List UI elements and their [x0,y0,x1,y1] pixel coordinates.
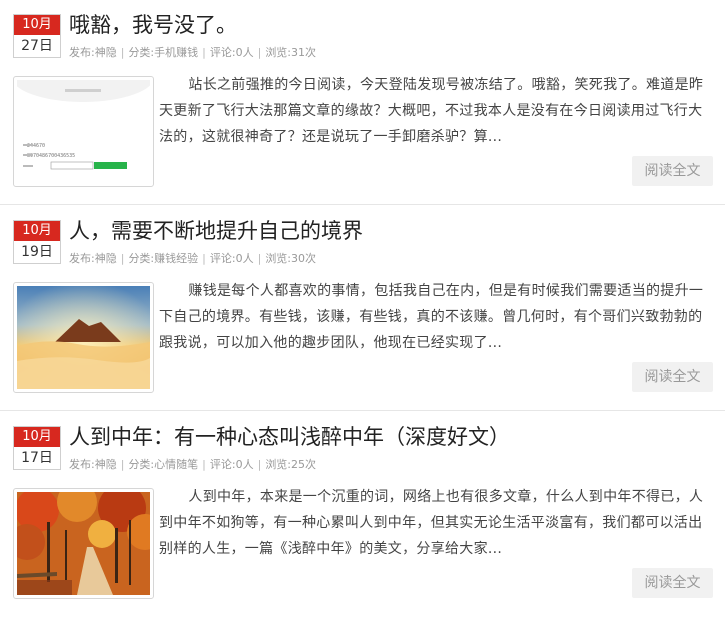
comments-label: 评论: [209,458,236,471]
comments-label: 评论: [209,46,236,59]
svg-text:8970486700436535: 8970486700436535 [27,153,75,159]
article-meta: 发布:神隐 | 分类:手机赚钱 | 评论:0人 | 浏览:31次 [69,46,317,59]
article-thumbnail[interactable]: 244670 8970486700436535 [13,76,154,187]
read-more-button[interactable]: 阅读全文 [632,156,713,186]
article-meta: 发布:神隐 | 分类:心情随笔 | 评论:0人 | 浏览:25次 [69,458,317,471]
category-label: 分类: [128,458,155,471]
category-label: 分类: [128,252,155,265]
date-month: 10月 [14,15,60,35]
article-list: 10月 27日 哦豁，我号没了。 发布:神隐 | 分类:手机赚钱 | 评论:0人 | 浏览:… [0,0,725,615]
date-day: 27日 [21,38,53,54]
read-more-button[interactable]: 阅读全文 [632,362,713,392]
author-label: 发布: [69,458,95,471]
views-label: 浏览: [265,252,292,265]
views-count: 30次 [291,252,317,265]
autumn-forest-path-image [17,492,150,595]
article-meta: 发布:神隐 | 分类:赚钱经验 | 评论:0人 | 浏览:30次 [69,252,317,265]
date-badge: 10月 17日 [13,426,61,470]
comments-count: 0人 [235,458,254,471]
article-item: 10月 17日 人到中年：有一种心态叫浅醉中年（深度好文） 发布:神隐 | 分类:心… [0,412,725,617]
article-thumbnail[interactable] [13,488,154,599]
article-excerpt: 人到中年，本来是一个沉重的词，网络上也有很多文章，什么人到中年不得已，人到中年不… [159,489,704,557]
article-item: 10月 27日 哦豁，我号没了。 发布:神隐 | 分类:手机赚钱 | 评论:0人 | 浏览:… [0,0,725,205]
author-link[interactable]: 神隐 [95,46,117,59]
article-item: 10月 19日 人，需要不断地提升自己的境界 发布:神隐 | 分类:赚钱经验 | 评论:… [0,206,725,411]
article-excerpt: 赚钱是每个人都喜欢的事情，包括我自己在内，但是有时候我们需要适当的提升一下自己的… [159,283,704,351]
article-thumbnail[interactable] [13,282,154,393]
date-month: 10月 [14,221,60,241]
author-label: 发布: [69,252,95,265]
author-link[interactable]: 神隐 [95,458,117,471]
article-title[interactable]: 人到中年：有一种心态叫浅醉中年（深度好文） [69,422,510,452]
date-badge: 10月 27日 [13,14,61,58]
comments-label: 评论: [209,252,236,265]
author-label: 发布: [69,46,95,59]
views-count: 31次 [291,46,317,59]
views-label: 浏览: [265,458,292,471]
views-label: 浏览: [265,46,292,59]
comments-count: 0人 [235,252,254,265]
date-day: 19日 [21,244,53,260]
category-link[interactable]: 手机赚钱 [154,46,198,59]
views-count: 25次 [291,458,317,471]
read-more-button[interactable]: 阅读全文 [632,568,713,598]
category-link[interactable]: 心情随笔 [154,458,198,471]
app-screenshot-image: 244670 8970486700436535 [17,80,150,183]
comments-count: 0人 [235,46,254,59]
author-link[interactable]: 神隐 [95,252,117,265]
mountain-sunset-image [17,286,150,389]
category-link[interactable]: 赚钱经验 [154,252,198,265]
article-excerpt: 站长之前强推的今日阅读，今天登陆发现号被冻结了。哦豁，笑死我了。难道是昨天更新了… [159,77,704,145]
date-month: 10月 [14,427,60,447]
article-title[interactable]: 人，需要不断地提升自己的境界 [69,216,363,246]
date-day: 17日 [21,450,53,466]
category-label: 分类: [128,46,155,59]
date-badge: 10月 19日 [13,220,61,264]
article-title[interactable]: 哦豁，我号没了。 [69,10,237,40]
